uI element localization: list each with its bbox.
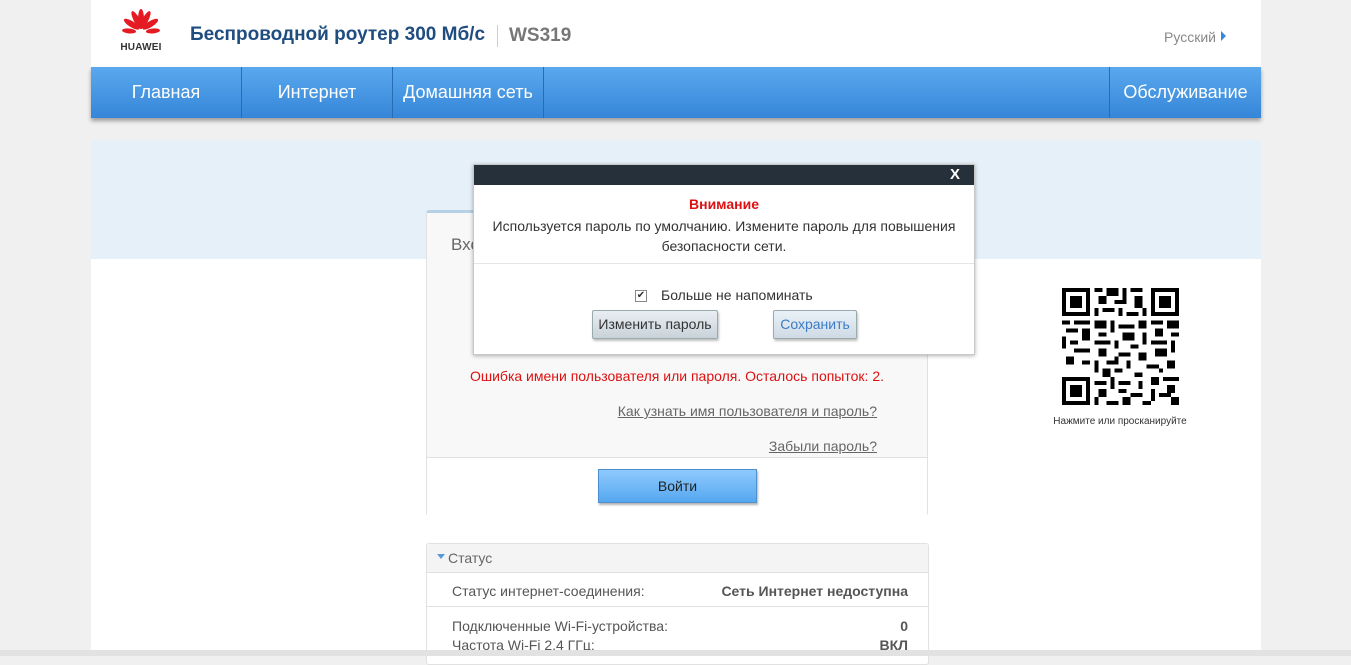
status-row-value: Сеть Интернет недоступна xyxy=(721,583,908,599)
header: HUAWEI Беспроводной роутер 300 Мб/с WS31… xyxy=(91,0,1261,67)
dialog-divider xyxy=(474,263,974,264)
close-icon[interactable]: X xyxy=(950,166,960,183)
status-row-label: Статус интернет-соединения: xyxy=(452,583,645,599)
qr-caption: Нажмите или просканируйте xyxy=(1053,416,1187,427)
nav-divider xyxy=(543,67,544,118)
forgot-password-link[interactable]: Забыли пароль? xyxy=(769,438,877,454)
nav-item-maintenance[interactable]: Обслуживание xyxy=(1110,67,1261,118)
status-title: Статус xyxy=(448,550,493,566)
status-row-label: Подключенные Wi-Fi-устройства: xyxy=(452,618,668,634)
login-error-message: Ошибка имени пользователя или пароля. Ос… xyxy=(469,368,884,384)
huawei-logo[interactable]: HUAWEI xyxy=(115,8,167,56)
status-divider xyxy=(427,606,928,607)
triangle-down-icon xyxy=(437,554,445,559)
caret-right-icon xyxy=(1221,31,1226,41)
model-name: WS319 xyxy=(509,25,572,46)
credentials-help-link[interactable]: Как узнать имя пользователя и пароль? xyxy=(618,403,877,419)
dont-remind-label[interactable]: Больше не напоминать xyxy=(661,287,813,303)
save-button[interactable]: Сохранить xyxy=(773,310,857,339)
qr-code[interactable] xyxy=(1062,288,1179,405)
brand-name: HUAWEI xyxy=(120,42,162,53)
main-nav: Главная Интернет Домашняя сеть Обслужива… xyxy=(91,67,1261,118)
change-password-button[interactable]: Изменить пароль xyxy=(592,310,718,339)
nav-item-internet[interactable]: Интернет xyxy=(242,67,392,118)
login-footer: Войти xyxy=(427,457,927,516)
dialog-titlebar: X xyxy=(474,165,974,185)
status-row-value: 0 xyxy=(900,618,908,634)
dialog-message: Используется пароль по умолчанию. Измени… xyxy=(492,218,956,254)
title-divider xyxy=(497,25,498,47)
status-header[interactable]: Статус xyxy=(427,544,928,573)
dialog-title: Внимание xyxy=(689,196,759,212)
nav-item-home-network[interactable]: Домашняя сеть xyxy=(393,67,543,118)
login-button[interactable]: Войти xyxy=(598,469,757,503)
bottom-scroll-edge xyxy=(0,650,1351,656)
default-password-dialog: X Внимание Используется пароль по умолча… xyxy=(473,164,975,355)
language-selector[interactable]: Русский xyxy=(1164,29,1216,45)
huawei-petals-icon xyxy=(122,9,160,34)
dont-remind-checkbox[interactable]: ✔ xyxy=(635,290,647,302)
status-panel: Статус Статус интернет-соединения: Сеть … xyxy=(426,543,929,665)
product-title: Беспроводной роутер 300 Мб/с xyxy=(190,24,486,45)
nav-item-home[interactable]: Главная xyxy=(91,67,241,118)
qr-code-icon xyxy=(1062,288,1179,405)
